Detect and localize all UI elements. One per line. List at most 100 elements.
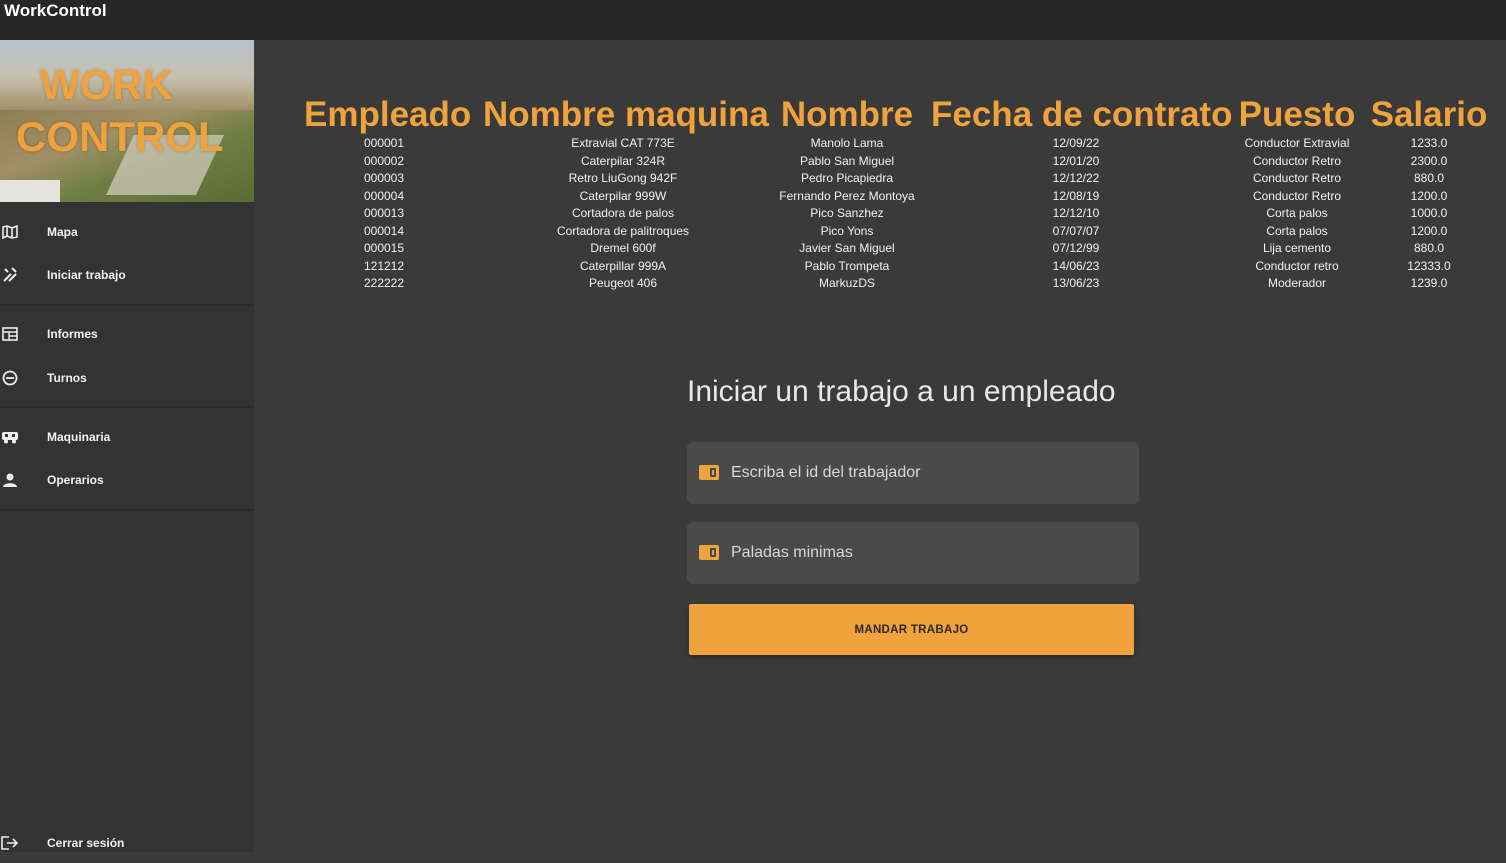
table-cell: Corta palos bbox=[1266, 206, 1328, 220]
column-header: Puesto bbox=[1238, 95, 1356, 134]
table-cell: Pico Sanzhez bbox=[810, 206, 884, 220]
column-header: Nombre bbox=[780, 95, 914, 134]
table-cell: Javier San Miguel bbox=[799, 241, 895, 255]
sidebar-item-mapa[interactable]: Mapa bbox=[0, 212, 254, 252]
sidebar-item-label: Iniciar trabajo bbox=[47, 268, 126, 282]
table-cell: Conductor Retro bbox=[1252, 188, 1342, 203]
table-cell: MarkuzDS bbox=[818, 276, 875, 290]
min-shovels-placeholder: Paladas minimas bbox=[731, 544, 853, 561]
column-empleado: Empleado 000001 000002 000003 000004 000… bbox=[304, 95, 472, 293]
logo-text-line1: WORK bbox=[40, 61, 173, 108]
column-header: Nombre maquina bbox=[483, 95, 769, 134]
worker-id-field[interactable]: Escriba el id del trabajador bbox=[687, 442, 1139, 504]
map-icon bbox=[0, 222, 20, 242]
column-salario: Salario 1233.0 2300.0 880.0 1200.0 1000.… bbox=[1370, 95, 1488, 293]
table-cell: 1239.0 bbox=[1410, 276, 1448, 290]
table-cell: 2300.0 bbox=[1410, 153, 1448, 168]
table-cell: Conductor Extravial bbox=[1244, 136, 1350, 150]
table-cell: 12/08/19 bbox=[1052, 188, 1100, 203]
logo-text-line2: CONTROL bbox=[16, 113, 224, 160]
table-cell: Caterpillar 999A bbox=[579, 258, 667, 273]
table-cell: Fernando Perez Montoya bbox=[779, 188, 915, 203]
table-cell: Dremel 600f bbox=[590, 241, 656, 255]
table-cell: 13/06/23 bbox=[1052, 276, 1100, 290]
tools-icon bbox=[0, 265, 20, 285]
table-cell: 000003 bbox=[363, 171, 405, 185]
send-work-label: MANDAR TRABAJO bbox=[854, 623, 969, 636]
sidebar-divider bbox=[0, 406, 254, 408]
worker-id-placeholder: Escriba el id del trabajador bbox=[731, 464, 921, 481]
column-header: Fecha de contrato bbox=[931, 95, 1233, 134]
table-cell: Cortadora de palos bbox=[571, 206, 675, 220]
badge-icon bbox=[699, 465, 719, 480]
sidebar-item-turnos[interactable]: Turnos bbox=[0, 358, 254, 398]
machinery-icon bbox=[0, 427, 20, 447]
table-cell: 880.0 bbox=[1413, 241, 1445, 255]
form-title: Iniciar un trabajo a un empleado bbox=[687, 375, 1116, 408]
sidebar-item-operarios[interactable]: Operarios bbox=[0, 460, 254, 500]
sidebar-divider bbox=[0, 304, 254, 306]
column-nombre-maquina: Nombre maquina Extravial CAT 773E Caterp… bbox=[483, 95, 769, 293]
table-cell: 000001 bbox=[363, 136, 405, 150]
send-work-button[interactable]: MANDAR TRABAJO bbox=[689, 604, 1134, 655]
app-logo: WORK CONTROL bbox=[0, 40, 254, 202]
sidebar-item-label: Operarios bbox=[47, 473, 104, 487]
sidebar-item-informes[interactable]: Informes bbox=[0, 314, 254, 354]
table-cell: Caterpilar 999W bbox=[579, 188, 667, 203]
logout-label: Cerrar sesión bbox=[47, 836, 125, 850]
table-cell: 880.0 bbox=[1413, 171, 1445, 185]
column-puesto: Puesto Conductor Extravial Conductor Ret… bbox=[1232, 95, 1362, 293]
table-cell: Peugeot 406 bbox=[588, 276, 658, 290]
table-cell: Caterpilar 324R bbox=[580, 153, 666, 168]
person-icon bbox=[0, 470, 20, 490]
table-cell: 1233.0 bbox=[1410, 136, 1448, 150]
table-cell: 000014 bbox=[363, 223, 405, 238]
table-cell: 07/12/99 bbox=[1052, 241, 1100, 255]
badge-icon bbox=[699, 545, 719, 560]
table-cell: Conductor Retro bbox=[1252, 171, 1342, 185]
table-cell: 14/06/23 bbox=[1052, 258, 1100, 273]
shift-icon bbox=[0, 368, 20, 388]
table-cell: 000015 bbox=[363, 241, 405, 255]
table-cell: 222222 bbox=[363, 276, 405, 290]
logout-icon bbox=[0, 833, 20, 853]
table-cell: Manolo Lama bbox=[810, 136, 884, 150]
table-cell: Corta palos bbox=[1266, 223, 1328, 238]
table-cell: 121212 bbox=[363, 258, 405, 273]
sidebar-item-maquinaria[interactable]: Maquinaria bbox=[0, 417, 254, 457]
title-bar: WorkControl bbox=[0, 0, 1506, 40]
table-cell: Extravial CAT 773E bbox=[571, 136, 675, 150]
column-fecha-contrato: Fecha de contrato 12/09/22 12/01/20 12/1… bbox=[931, 95, 1233, 293]
sidebar-item-iniciar-trabajo[interactable]: Iniciar trabajo bbox=[0, 255, 254, 295]
table-cell: Retro LiuGong 942F bbox=[568, 171, 678, 185]
sidebar-item-label: Turnos bbox=[47, 371, 87, 385]
table-cell: 000002 bbox=[363, 153, 405, 168]
sidebar-item-label: Maquinaria bbox=[47, 430, 111, 444]
table-cell: Lija cemento bbox=[1262, 241, 1332, 255]
column-header: Salario bbox=[1370, 95, 1488, 134]
app-title: WorkControl bbox=[4, 1, 107, 20]
table-cell: Conductor retro bbox=[1255, 258, 1339, 273]
table-cell: 000013 bbox=[363, 206, 405, 220]
column-header: Empleado bbox=[304, 95, 472, 134]
sidebar-divider bbox=[0, 509, 254, 511]
table-cell: 12/12/22 bbox=[1052, 171, 1100, 185]
table-cell: 12/09/22 bbox=[1052, 136, 1100, 150]
table-cell: 1000.0 bbox=[1410, 206, 1448, 220]
table-cell: Cortadora de palitroques bbox=[556, 223, 690, 238]
table-cell: Moderador bbox=[1267, 276, 1327, 290]
logout-button[interactable]: Cerrar sesión bbox=[0, 823, 254, 863]
table-cell: Pablo Trompeta bbox=[804, 258, 890, 273]
sidebar-item-label: Mapa bbox=[47, 225, 78, 239]
table-cell: 12/01/20 bbox=[1052, 153, 1100, 168]
table-cell: 1200.0 bbox=[1410, 188, 1448, 203]
table-cell: Pedro Picapiedra bbox=[800, 171, 894, 185]
table-cell: 000004 bbox=[363, 188, 405, 203]
sidebar: WORK CONTROL Mapa Iniciar trabajo Inform… bbox=[0, 40, 254, 852]
table-cell: Pico Yons bbox=[820, 223, 874, 238]
min-shovels-field[interactable]: Paladas minimas bbox=[687, 522, 1139, 584]
report-icon bbox=[0, 324, 20, 344]
column-nombre: Nombre Manolo Lama Pablo San Miguel Pedr… bbox=[772, 95, 922, 293]
table-cell: 12333.0 bbox=[1407, 258, 1451, 273]
table-cell: Pablo San Miguel bbox=[799, 153, 895, 168]
